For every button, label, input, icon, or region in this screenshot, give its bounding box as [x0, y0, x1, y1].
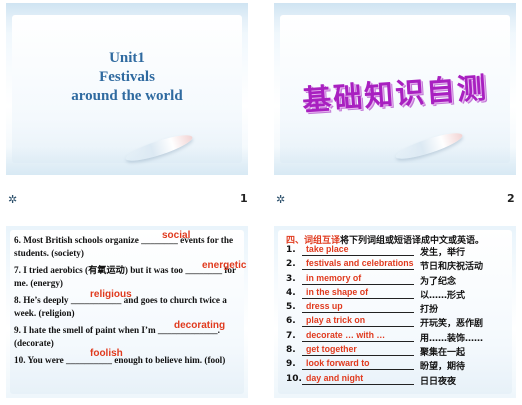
title-line-3: around the world	[71, 88, 183, 104]
frost-border-bottom	[274, 147, 516, 175]
answer-text: dress up	[306, 301, 343, 312]
phrase-row: 2. festivals and celebrations 节日和庆祝活动	[286, 258, 508, 273]
answer-text: energetic	[202, 260, 247, 271]
answer-text: religious	[90, 289, 132, 300]
phrase-row: 5. dress up 打扮	[286, 301, 508, 316]
row-number: 10.	[286, 373, 302, 384]
answer-text: take place	[306, 244, 349, 254]
answer-text: get together	[306, 344, 357, 355]
answer-text: in memory of	[306, 272, 362, 283]
snowflake-icon: ✲	[276, 193, 286, 206]
phrase-row: 9. look forward to 盼望，期待	[286, 358, 508, 373]
answer-line	[302, 269, 414, 271]
answer-line	[302, 283, 414, 285]
phrase-row: 3. in memory of 为了纪念	[286, 272, 508, 288]
answer-line	[302, 355, 414, 357]
slide-thumbnail-2[interactable]: 基础知识自测	[274, 3, 516, 175]
chinese-text: 日日夜夜	[420, 376, 457, 387]
answer-text: foolish	[90, 348, 123, 359]
answer-text: social	[162, 230, 191, 241]
title-line-2: Festivals	[99, 69, 155, 85]
answer-text: festivals and celebrations	[306, 258, 414, 269]
answer-line	[302, 312, 414, 314]
phrase-row: 10. day and night 日日夜夜	[286, 372, 508, 388]
row-number: 4.	[286, 287, 296, 298]
frost-border-bottom	[6, 147, 248, 175]
slide-title: Unit1 Festivals around the world	[6, 49, 248, 106]
title-line-1: Unit1	[109, 50, 145, 66]
question-item: 6. Most British schools organize _______…	[14, 230, 240, 262]
answer-text: play a trick on	[306, 315, 366, 326]
phrase-row: 6. play a trick on 开玩笑，恶作剧	[286, 315, 508, 330]
phrase-row: 4. in the shape of 以……形式	[286, 286, 508, 302]
answer-line	[302, 297, 414, 299]
question-list: 6. Most British schools organize _______…	[14, 230, 246, 372]
phrase-row: 7. decorate … with … 用……装饰……	[286, 329, 508, 345]
row-number: 6.	[286, 316, 296, 327]
chinese-text: 节日和庆祝活动	[420, 262, 484, 273]
phrase-row: 8. get together 聚集在一起	[286, 344, 508, 359]
slide-number: 2	[507, 192, 515, 205]
chinese-text: 用……装饰……	[420, 333, 484, 344]
answer-line	[302, 255, 414, 256]
question-item: 10. You were __________ enough to believ…	[14, 348, 240, 370]
answer-line	[302, 383, 414, 385]
phrase-list: 1. take place 发生，举行 2. festivals and celebr…	[286, 244, 508, 388]
answer-text: decorate … with …	[306, 329, 386, 340]
slide-thumbnail-1[interactable]: Unit1 Festivals around the world	[6, 3, 248, 175]
answer-text: day and night	[306, 372, 364, 383]
row-number: 3.	[286, 273, 296, 284]
snowflake-icon: ✲	[8, 193, 18, 206]
chinese-text: 打扮	[420, 305, 439, 316]
slide-thumbnail-3[interactable]: 6. Most British schools organize _______…	[6, 226, 248, 398]
chinese-text: 盼望，期待	[420, 362, 466, 373]
slide-number: 1	[240, 192, 248, 205]
row-number: 7.	[286, 330, 296, 341]
row-number: 1.	[286, 245, 296, 255]
row-number: 5.	[286, 302, 296, 313]
answer-line	[302, 369, 414, 371]
row-number: 8.	[286, 345, 296, 356]
slide-thumbnail-4[interactable]: 四、词组互译将下列词组或短语译成中文或英语。 1. take place 发生，举行…	[274, 226, 516, 398]
row-number: 2.	[286, 259, 296, 270]
chinese-text: 开玩笑，恶作剧	[420, 319, 484, 330]
chinese-text: 以……形式	[420, 290, 466, 301]
row-number: 9.	[286, 359, 296, 370]
question-item: 9. I hate the smell of paint when I’m __…	[14, 320, 240, 352]
phrase-row: 1. take place 发生，举行	[286, 244, 508, 259]
chinese-text: 为了纪念	[420, 276, 457, 287]
answer-line	[302, 326, 414, 328]
answer-text: in the shape of	[306, 286, 369, 297]
question-text: 6. Most British schools organize _______…	[14, 235, 234, 258]
answer-text: decorating	[174, 320, 226, 331]
chinese-text: 发生，举行	[420, 248, 466, 258]
chinese-text: 聚集在一起	[420, 348, 466, 359]
question-item: 8. He’s deeply ___________ and goes to c…	[14, 289, 240, 322]
answer-text: look forward to	[306, 358, 370, 369]
answer-line	[302, 340, 414, 342]
